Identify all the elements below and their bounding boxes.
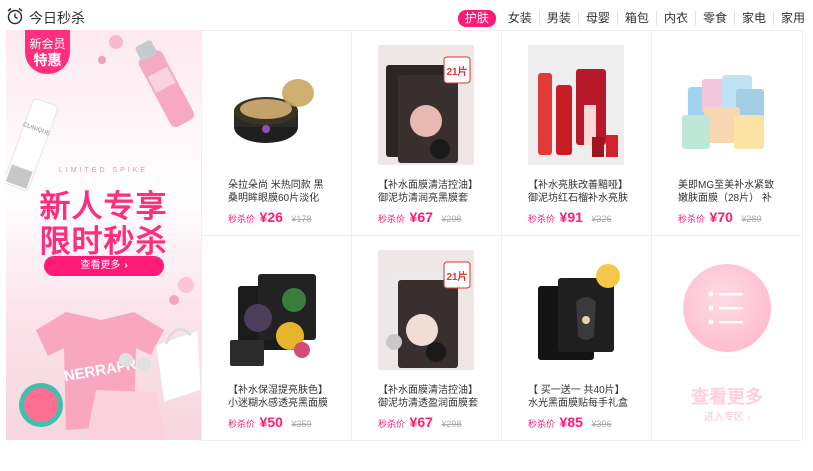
product-name: 【补水面膜清洁控油】御泥坊清透盈润面膜套: [378, 385, 478, 409]
product-grid: 朵拉朵尚 米热同款 黑桑明眸眼膜60片淡化 秒杀价 ¥26 ¥178 21片 【…: [201, 30, 803, 441]
original-price: ¥178: [291, 214, 312, 224]
price-line: 秒杀价 ¥67 ¥298: [378, 209, 461, 225]
product-name: 美即MG至美补水紧致嫩肤面膜（28片） 补: [678, 180, 775, 204]
view-more-card[interactable]: 查看更多 进入专区 ›: [651, 236, 801, 441]
price-line: 秒杀价 ¥67 ¥298: [378, 414, 461, 430]
price-line: 秒杀价 ¥91 ¥326: [528, 209, 611, 225]
price-value: ¥26: [259, 209, 283, 225]
price-line: 秒杀价 ¥70 ¥280: [678, 209, 761, 225]
price-value: ¥85: [559, 414, 583, 430]
view-more-button[interactable]: 查看更多 ›: [44, 256, 164, 276]
product-image: [528, 250, 624, 370]
original-price: ¥396: [591, 419, 612, 429]
tab-snacks[interactable]: 零食: [696, 11, 735, 26]
original-price: ¥280: [741, 214, 762, 224]
product-name: 【补水亮肤改善黯哑】御泥坊红石榴补水亮肤: [528, 180, 628, 204]
price-label: 秒杀价: [378, 419, 406, 429]
promo-banner[interactable]: CLINIQUE NERRAFR 新会员 特惠 LIMITED SPIKE 新人…: [6, 30, 201, 440]
alarm-clock-icon: [7, 7, 23, 25]
product-image: [678, 45, 774, 165]
price-label: 秒杀价: [528, 214, 556, 224]
tab-bags[interactable]: 箱包: [618, 11, 657, 26]
product-image: 21片: [378, 45, 474, 165]
price-label: 秒杀价: [378, 214, 406, 224]
product-name: 【 买一送一 共40片】水光黑面膜贴每手礼盒: [528, 385, 628, 409]
product-name: 【补水面膜清洁控油】御泥坊清润亮黑膜套: [378, 180, 478, 204]
list-icon: [683, 264, 771, 352]
product-card[interactable]: 【补水保湿提亮肤色】小迷糊水感透亮黑面膜 秒杀价 ¥50 ¥359: [201, 236, 351, 441]
tab-womens[interactable]: 女装: [501, 11, 540, 26]
product-card[interactable]: 【补水亮肤改善黯哑】御泥坊红石榴补水亮肤 秒杀价 ¥91 ¥326: [501, 31, 651, 236]
product-card[interactable]: 21片 【补水面膜清洁控油】御泥坊清透盈润面膜套 秒杀价 ¥67 ¥298: [351, 236, 501, 441]
banner-tagline: LIMITED SPIKE: [58, 167, 149, 174]
section-title: 今日秒杀: [29, 10, 85, 26]
price-label: 秒杀价: [228, 214, 256, 224]
price-label: 秒杀价: [678, 214, 706, 224]
original-price: ¥298: [441, 214, 462, 224]
price-value: ¥67: [409, 209, 433, 225]
price-value: ¥70: [709, 209, 733, 225]
product-card[interactable]: 美即MG至美补水紧致嫩肤面膜（28片） 补 秒杀价 ¥70 ¥280: [651, 31, 801, 236]
tab-appliances[interactable]: 家电: [735, 11, 774, 26]
badge-line1: 新会员: [29, 37, 66, 51]
price-value: ¥67: [409, 414, 433, 430]
price-value: ¥50: [259, 414, 283, 430]
product-image: [228, 45, 324, 165]
category-tabs: 护肤 女装 男装 母婴 箱包 内衣 零食 家电 家用: [457, 10, 807, 27]
product-image: 21片: [378, 250, 474, 370]
tab-mens[interactable]: 男装: [540, 11, 579, 26]
view-more-title: 查看更多: [691, 387, 763, 407]
pack-count-badge: 21片: [446, 65, 467, 78]
tab-household[interactable]: 家用: [774, 11, 807, 26]
price-value: ¥91: [559, 209, 583, 225]
chevron-right-icon: ›: [124, 260, 128, 271]
tab-underwear[interactable]: 内衣: [657, 11, 696, 26]
banner-headline-2: 限时秒杀: [39, 224, 168, 259]
original-price: ¥298: [441, 419, 462, 429]
new-member-badge: 新会员 特惠: [25, 30, 70, 74]
price-line: 秒杀价 ¥26 ¥178: [228, 209, 311, 225]
original-price: ¥326: [591, 214, 612, 224]
product-card[interactable]: 朵拉朵尚 米热同款 黑桑明眸眼膜60片淡化 秒杀价 ¥26 ¥178: [201, 31, 351, 236]
original-price: ¥359: [291, 419, 312, 429]
pack-count-badge: 21片: [446, 270, 467, 283]
product-name: 朵拉朵尚 米热同款 黑桑明眸眼膜60片淡化: [228, 180, 324, 204]
tab-skincare[interactable]: 护肤: [457, 10, 496, 27]
tab-baby[interactable]: 母婴: [579, 11, 618, 26]
product-name: 【补水保湿提亮肤色】小迷糊水感透亮黑面膜: [228, 385, 328, 409]
price-line: 秒杀价 ¥85 ¥396: [528, 414, 611, 430]
view-more-label: 查看更多: [80, 260, 121, 271]
price-line: 秒杀价 ¥50 ¥359: [228, 414, 311, 430]
section-header: 今日秒杀 护肤 女装 男装 母婴 箱包 内衣 零食 家电 家用: [0, 0, 813, 30]
badge-line2: 特惠: [33, 52, 62, 68]
chevron-right-icon: ›: [743, 412, 751, 423]
product-image: [228, 250, 324, 370]
price-label: 秒杀价: [228, 419, 256, 429]
product-image: [528, 45, 624, 165]
enter-zone-link[interactable]: 进入专区 ›: [652, 408, 802, 423]
product-card[interactable]: 【 买一送一 共40片】水光黑面膜贴每手礼盒 秒杀价 ¥85 ¥396: [501, 236, 651, 441]
product-card[interactable]: 21片 【补水面膜清洁控油】御泥坊清润亮黑膜套 秒杀价 ¥67 ¥298: [351, 31, 501, 236]
price-label: 秒杀价: [528, 419, 556, 429]
